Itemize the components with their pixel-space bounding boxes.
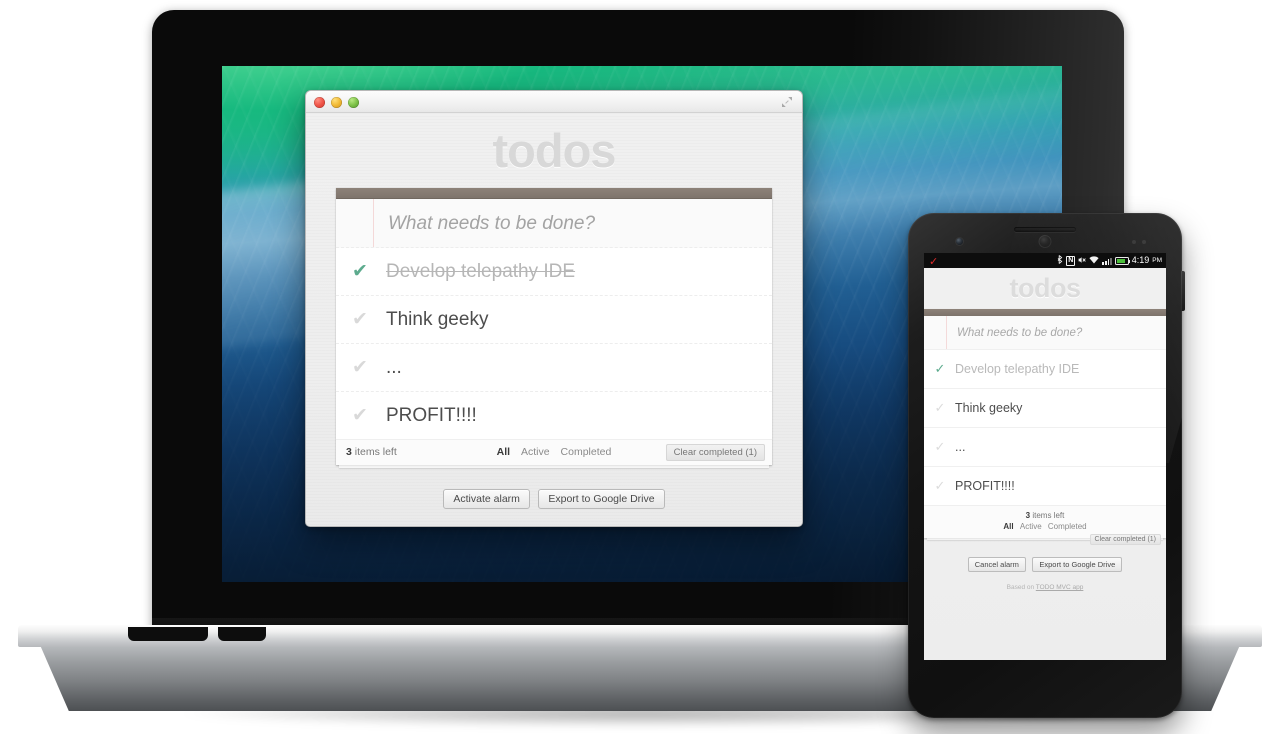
phone-filter-active[interactable]: Active bbox=[1020, 522, 1042, 531]
filter-all[interactable]: All bbox=[497, 446, 510, 458]
phone-todo-item[interactable]: ✓ PROFIT!!!! bbox=[924, 467, 1166, 505]
cellular-signal-icon bbox=[1102, 257, 1112, 265]
todo-app-topbar bbox=[336, 188, 772, 199]
todo-item-label: Develop telepathy IDE bbox=[386, 261, 576, 282]
minimize-button[interactable] bbox=[331, 97, 342, 108]
bluetooth-icon bbox=[1057, 255, 1063, 266]
phone-todo-item-label: Develop telepathy IDE bbox=[955, 362, 1080, 376]
extra-actions: Activate alarm Export to Google Drive bbox=[306, 489, 802, 509]
checkmark-icon[interactable]: ✔ bbox=[347, 392, 373, 439]
phone-clear-completed-button[interactable]: Clear completed (1) bbox=[1089, 534, 1161, 545]
filter-active[interactable]: Active bbox=[521, 446, 550, 458]
phone-earpiece-grille bbox=[1014, 227, 1076, 232]
status-time: 4:19 bbox=[1131, 255, 1150, 265]
todo-item-label: ... bbox=[386, 357, 402, 378]
phone-extra-actions: Cancel alarm Export to Google Drive bbox=[924, 554, 1166, 572]
filter-completed[interactable]: Completed bbox=[561, 446, 612, 458]
android-status-bar: ✓ N 4:19 PM bbox=[924, 253, 1166, 268]
phone-new-todo-input[interactable] bbox=[955, 316, 1164, 351]
todo-item[interactable]: ✔ Think geeky bbox=[336, 296, 772, 344]
phone-todo-item[interactable]: ✓ ... bbox=[924, 428, 1166, 467]
expand-diagonal-icon[interactable] bbox=[781, 95, 793, 107]
new-todo-row bbox=[336, 199, 772, 249]
todo-item[interactable]: ✔ PROFIT!!!! bbox=[336, 392, 772, 439]
phone-power-button[interactable] bbox=[1181, 271, 1185, 311]
zoom-button[interactable] bbox=[348, 97, 359, 108]
todo-item[interactable]: ✔ Develop telepathy IDE bbox=[336, 248, 772, 296]
export-to-google-drive-button[interactable]: Export to Google Drive bbox=[538, 489, 665, 509]
todo-item[interactable]: ✔ ... bbox=[336, 344, 772, 392]
phone-credit-prefix: Based on bbox=[1006, 584, 1036, 591]
wifi-icon bbox=[1089, 256, 1099, 266]
window-content: todos ✔ Develop telepathy IDE bbox=[306, 113, 802, 526]
phone-todo-item-label: Think geeky bbox=[955, 401, 1023, 415]
checkmark-icon[interactable]: ✓ bbox=[931, 389, 949, 427]
checkmark-icon[interactable]: ✓ bbox=[931, 428, 949, 466]
notebook-margin-rule bbox=[373, 199, 374, 247]
phone-proximity-sensor bbox=[1038, 235, 1052, 248]
todo-list: ✔ Develop telepathy IDE ✔ Think geeky ✔ … bbox=[336, 248, 772, 439]
phone-items-left-text: items left bbox=[1030, 511, 1065, 520]
phone-todo-topbar bbox=[924, 309, 1166, 316]
phone-todo-item-label: PROFIT!!!! bbox=[955, 479, 1015, 493]
clear-completed-button[interactable]: Clear completed (1) bbox=[665, 444, 765, 462]
phone-credit-line: Based on TODO MVC app bbox=[924, 584, 1166, 591]
phone-page-title: todos bbox=[1009, 273, 1082, 303]
checkmark-icon[interactable]: ✔ bbox=[347, 296, 373, 343]
todo-app-card: ✔ Develop telepathy IDE ✔ Think geeky ✔ … bbox=[336, 188, 772, 465]
phone-front-camera bbox=[956, 238, 963, 245]
todo-item-label: PROFIT!!!! bbox=[386, 405, 477, 426]
todo-item-label: Think geeky bbox=[386, 309, 489, 330]
phone-todo-footer: 3 items left All Active Completed Clear … bbox=[924, 505, 1166, 545]
phone-items-left-count: 3 items left bbox=[924, 510, 1166, 521]
close-button[interactable] bbox=[314, 97, 325, 108]
phone-todo-item-label: ... bbox=[955, 440, 966, 454]
notification-check-icon: ✓ bbox=[929, 256, 939, 268]
status-meridiem: PM bbox=[1152, 257, 1162, 264]
laptop-port-1 bbox=[128, 627, 208, 641]
checkmark-icon[interactable]: ✔ bbox=[347, 248, 373, 295]
nfc-icon: N bbox=[1066, 255, 1076, 266]
todo-footer: 3 items left All Active Completed Clear … bbox=[336, 439, 772, 465]
phone-filter-all[interactable]: All bbox=[1003, 522, 1013, 531]
checkmark-icon[interactable]: ✓ bbox=[931, 467, 949, 505]
phone-device: ✓ N 4:19 PM todos What needs to be done?… bbox=[908, 213, 1185, 718]
phone-notebook-margin-rule bbox=[946, 316, 947, 349]
phone-screen: ✓ N 4:19 PM todos What needs to be done?… bbox=[924, 253, 1166, 660]
checkmark-icon[interactable]: ✔ bbox=[347, 344, 373, 391]
scene-root: todos ✔ Develop telepathy IDE bbox=[0, 0, 1280, 734]
activate-alarm-button[interactable]: Activate alarm bbox=[443, 489, 530, 509]
phone-filter-links: All Active Completed bbox=[924, 521, 1166, 533]
phone-filter-completed[interactable]: Completed bbox=[1048, 522, 1087, 531]
battery-icon bbox=[1114, 256, 1131, 265]
phone-todo-item[interactable]: ✓ Think geeky bbox=[924, 389, 1166, 428]
phone-todo-list: ✓ Develop telepathy IDE ✓ Think geeky ✓ … bbox=[924, 350, 1166, 505]
page-title: todos bbox=[492, 124, 617, 177]
phone-todo-app-card: ✓ Develop telepathy IDE ✓ Think geeky ✓ … bbox=[924, 309, 1166, 545]
cancel-alarm-button[interactable]: Cancel alarm bbox=[967, 557, 1026, 572]
phone-todo-item[interactable]: ✓ Develop telepathy IDE bbox=[924, 350, 1166, 389]
phone-app-content: todos ✓ Develop telepathy IDE ✓ bbox=[924, 268, 1166, 660]
phone-new-todo-row bbox=[924, 316, 1166, 351]
laptop-port-2 bbox=[218, 627, 266, 641]
browser-window: todos ✔ Develop telepathy IDE bbox=[305, 90, 803, 527]
phone-sensor-dot-2 bbox=[1142, 240, 1146, 244]
phone-sensor-dot-1 bbox=[1132, 240, 1136, 244]
new-todo-input[interactable] bbox=[386, 199, 764, 249]
mute-icon bbox=[1078, 256, 1087, 266]
phone-todomvc-link[interactable]: TODO MVC app bbox=[1036, 584, 1084, 591]
status-system-icons: N 4:19 PM bbox=[1057, 253, 1162, 268]
checkmark-icon[interactable]: ✓ bbox=[931, 350, 949, 388]
window-titlebar[interactable] bbox=[306, 91, 802, 113]
phone-export-to-google-drive-button[interactable]: Export to Google Drive bbox=[1032, 557, 1123, 572]
